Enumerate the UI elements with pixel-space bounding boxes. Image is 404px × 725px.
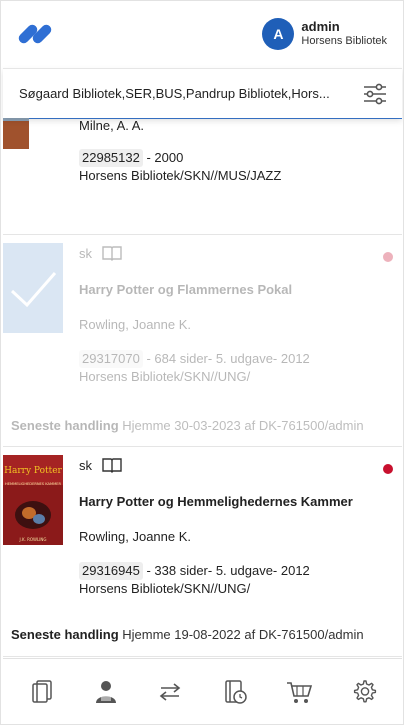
book-icon [102,458,122,473]
history-icon [225,679,247,704]
item-author: Rowling, Joanne K. [79,317,192,332]
list-item[interactable]: sk Harry Potter og Flammernes Pokal Rowl… [3,235,402,447]
item-location: Horsens Bibliotek/SKN//UNG/ [79,581,251,596]
status-dot [383,252,393,262]
item-detail: - 2000 [142,150,184,165]
item-id-line: 29316945 - 338 sider- 5. udgave- 2012 [79,562,392,580]
last-action-text: Hjemme 30-03-2023 af DK-761500/admin [118,418,364,433]
book-cover-thumbnail[interactable]: Harry Potter HEMMELIGHEDERNES KAMMER J.K… [3,455,63,545]
item-location: Horsens Bibliotek/SKN//UNG/ [79,369,251,384]
nav-patron-button[interactable] [84,670,128,714]
item-title[interactable]: Harry Potter og Flammernes Pokal [79,281,392,299]
cart-icon [287,681,313,703]
last-action: Seneste handling Hjemme 30-03-2023 af DK… [11,418,364,433]
user-library: Horsens Bibliotek [301,35,387,47]
nav-transfer-button[interactable] [148,670,192,714]
copies-list: Milne, A. A. 22985132 - 2000 Horsens Bib… [3,118,402,657]
item-detail: - 684 sider- 5. udgave- 2012 [142,351,310,366]
user-name: admin [301,19,340,34]
cover-series-text: Harry Potter [4,466,62,476]
transfer-icon [159,682,181,701]
item-meta-row: sk [79,245,392,261]
copies-icon [32,679,52,703]
item-location: Horsens Bibliotek/SKN//MUS/JAZZ [79,168,282,183]
nav-cart-button[interactable] [277,670,321,714]
user-info: admin Horsens Bibliotek [301,20,387,48]
book-cover-thumbnail [3,118,29,149]
selected-check-icon[interactable] [3,243,63,333]
item-id[interactable]: 29316945 [79,562,143,580]
item-language: sk [79,245,92,261]
item-details: Milne, A. A. 22985132 - 2000 Horsens Bib… [79,118,392,185]
branch-filter-bar[interactable]: Søgaard Bibliotek,SER,BUS,Pandrup Biblio… [3,68,402,118]
last-action-label: Seneste handling [11,418,119,433]
app-header: A admin Horsens Bibliotek [1,1,403,67]
last-action-label: Seneste handling [11,627,119,642]
item-meta-row: sk [79,457,392,473]
item-id-line: 29317070 - 684 sider- 5. udgave- 2012 [79,350,392,368]
cover-subtitle-text: HEMMELIGHEDERNES KAMMER [5,482,61,486]
item-author: Milne, A. A. [79,118,145,133]
filter-sliders-icon[interactable] [362,83,388,105]
nav-history-button[interactable] [213,670,257,714]
app-logo-icon[interactable] [16,22,54,46]
item-language: sk [79,457,92,473]
last-action: Seneste handling Hjemme 19-08-2022 af DK… [11,627,364,642]
item-details: sk Harry Potter og Flammernes Pokal Rowl… [79,245,392,386]
last-action-text: Hjemme 19-08-2022 af DK-761500/admin [118,627,364,642]
app-window: A admin Horsens Bibliotek Søgaard Biblio… [0,0,404,725]
avatar[interactable]: A [262,18,295,50]
list-item[interactable]: Harry Potter HEMMELIGHEDERNES KAMMER J.K… [3,447,402,657]
cover-author-text: J.K. ROWLING [19,537,47,542]
status-dot [383,464,393,474]
branch-filter-text: Søgaard Bibliotek,SER,BUS,Pandrup Biblio… [19,86,330,101]
nav-copies-button[interactable] [19,670,63,714]
user-menu[interactable]: A admin Horsens Bibliotek [262,18,387,50]
item-author: Rowling, Joanne K. [79,529,192,544]
list-item[interactable]: Milne, A. A. 22985132 - 2000 Horsens Bib… [3,118,402,235]
nav-settings-button[interactable] [342,670,386,714]
item-id[interactable]: 29317070 [79,350,143,368]
item-id[interactable]: 22985132 [79,149,143,167]
item-title[interactable]: Harry Potter og Hemmelighedernes Kammer [79,493,392,511]
book-icon [102,246,122,261]
settings-icon [353,679,376,702]
patron-icon [95,680,116,703]
bottom-navigation [3,658,402,724]
item-detail: - 338 sider- 5. udgave- 2012 [142,563,310,578]
item-details: sk Harry Potter og Hemmelighedernes Kamm… [79,457,392,598]
item-id-line: 22985132 - 2000 [79,149,392,167]
